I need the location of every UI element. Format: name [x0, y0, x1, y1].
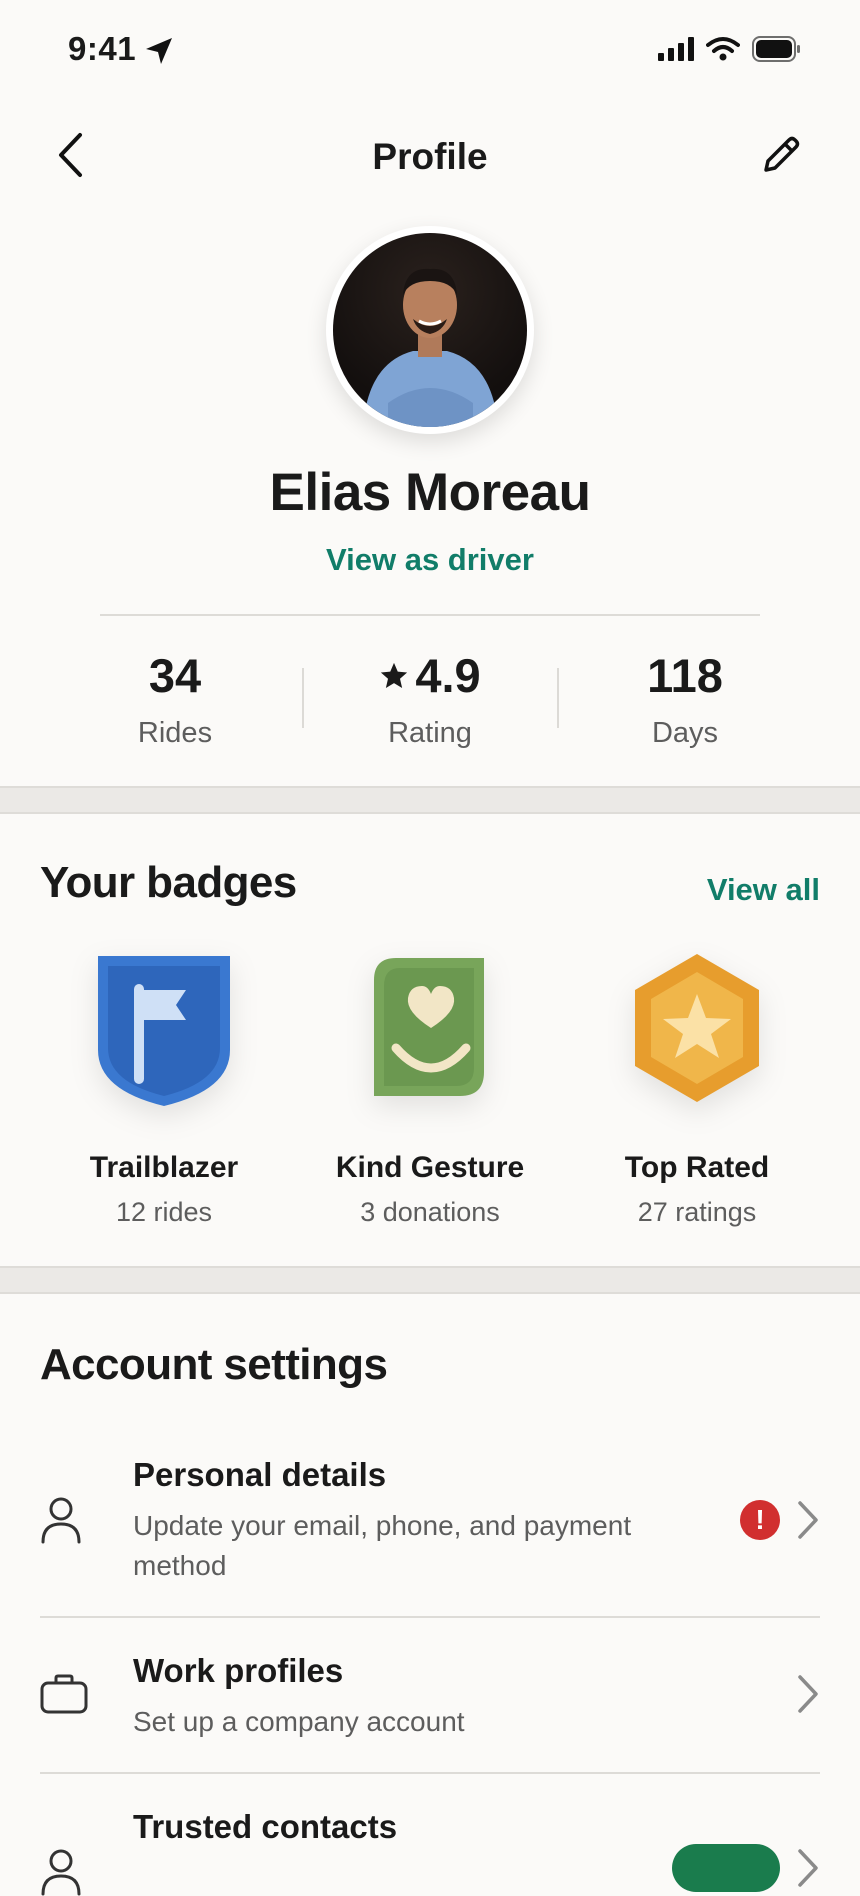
new-badge — [672, 1844, 780, 1892]
chevron-right-icon — [798, 1501, 818, 1539]
location-arrow-icon — [146, 38, 172, 64]
profile-name: Elias Moreau — [269, 463, 591, 522]
row-subtitle: Set up a company account — [133, 1706, 465, 1737]
wifi-icon — [706, 37, 740, 61]
stat-value-wrap: 4.9 — [320, 648, 540, 703]
badge-name: Kind Gesture — [335, 1151, 525, 1184]
row-title: Personal details — [133, 1456, 387, 1493]
briefcase-icon — [40, 1674, 88, 1714]
stat-days: 118 Days — [575, 648, 795, 750]
badge-subtitle: 12 rides — [115, 1197, 213, 1227]
stat-label: Days — [651, 717, 719, 749]
stat-value: 34 — [148, 649, 202, 702]
badge-name: Trailblazer — [89, 1151, 239, 1184]
stat-separator — [557, 668, 559, 728]
heart-smile-icon — [374, 958, 484, 1096]
badge-subtitle: 27 ratings — [637, 1197, 757, 1227]
status-icons — [658, 36, 802, 62]
badge-kind-gesture[interactable]: Kind Gesture 3 donations — [295, 950, 565, 1228]
pencil-icon — [764, 136, 800, 172]
badge-subtitle: 3 donations — [360, 1197, 500, 1227]
alert-icon: ! — [740, 1500, 780, 1540]
star-hexagon-icon — [635, 954, 759, 1102]
view-as-driver-link[interactable]: View as driver — [0, 542, 860, 578]
stat-label: Rides — [137, 717, 213, 749]
battery-icon — [752, 36, 800, 62]
view-all-badges-link[interactable]: View all — [707, 872, 820, 908]
row-divider — [40, 1616, 820, 1618]
badges-title: Your badges — [40, 858, 297, 907]
badge-trailblazer[interactable]: Trailblazer 12 rides — [29, 950, 299, 1228]
chevron-right-icon — [798, 1675, 818, 1713]
stat-rides: 34 Rides — [65, 648, 285, 750]
rating-value: 4.9 — [415, 649, 481, 702]
stat-separator — [302, 668, 304, 728]
section-divider — [0, 786, 860, 814]
signal-icon — [658, 37, 694, 61]
stat-label: Rating — [388, 717, 472, 749]
edit-button[interactable] — [758, 132, 804, 178]
row-divider — [40, 1772, 820, 1774]
star-icon — [381, 662, 408, 688]
status-time: 9:41 — [68, 30, 137, 67]
divider — [100, 614, 760, 616]
account-settings-title: Account settings — [40, 1340, 388, 1389]
person-icon — [41, 1849, 81, 1896]
settings-row-work-profiles[interactable] — [40, 1620, 820, 1772]
stat-rating: 4.9 Rating — [320, 648, 540, 750]
avatar[interactable] — [333, 233, 527, 427]
row-title: Work profiles — [133, 1652, 344, 1689]
chevron-right-icon — [798, 1849, 818, 1887]
section-divider — [0, 1266, 860, 1294]
badge-name: Top Rated — [624, 1151, 770, 1184]
avatar-portrait — [363, 268, 498, 427]
badge-top-rated[interactable]: Top Rated 27 ratings — [562, 950, 832, 1228]
row-title: Trusted contacts — [133, 1808, 398, 1845]
stat-value: 118 — [647, 649, 723, 702]
page-title: Profile — [372, 136, 488, 177]
flag-shield-icon — [98, 956, 230, 1106]
person-icon — [41, 1497, 81, 1544]
row-subtitle: Update your email, phone, and payment me… — [133, 1510, 632, 1581]
